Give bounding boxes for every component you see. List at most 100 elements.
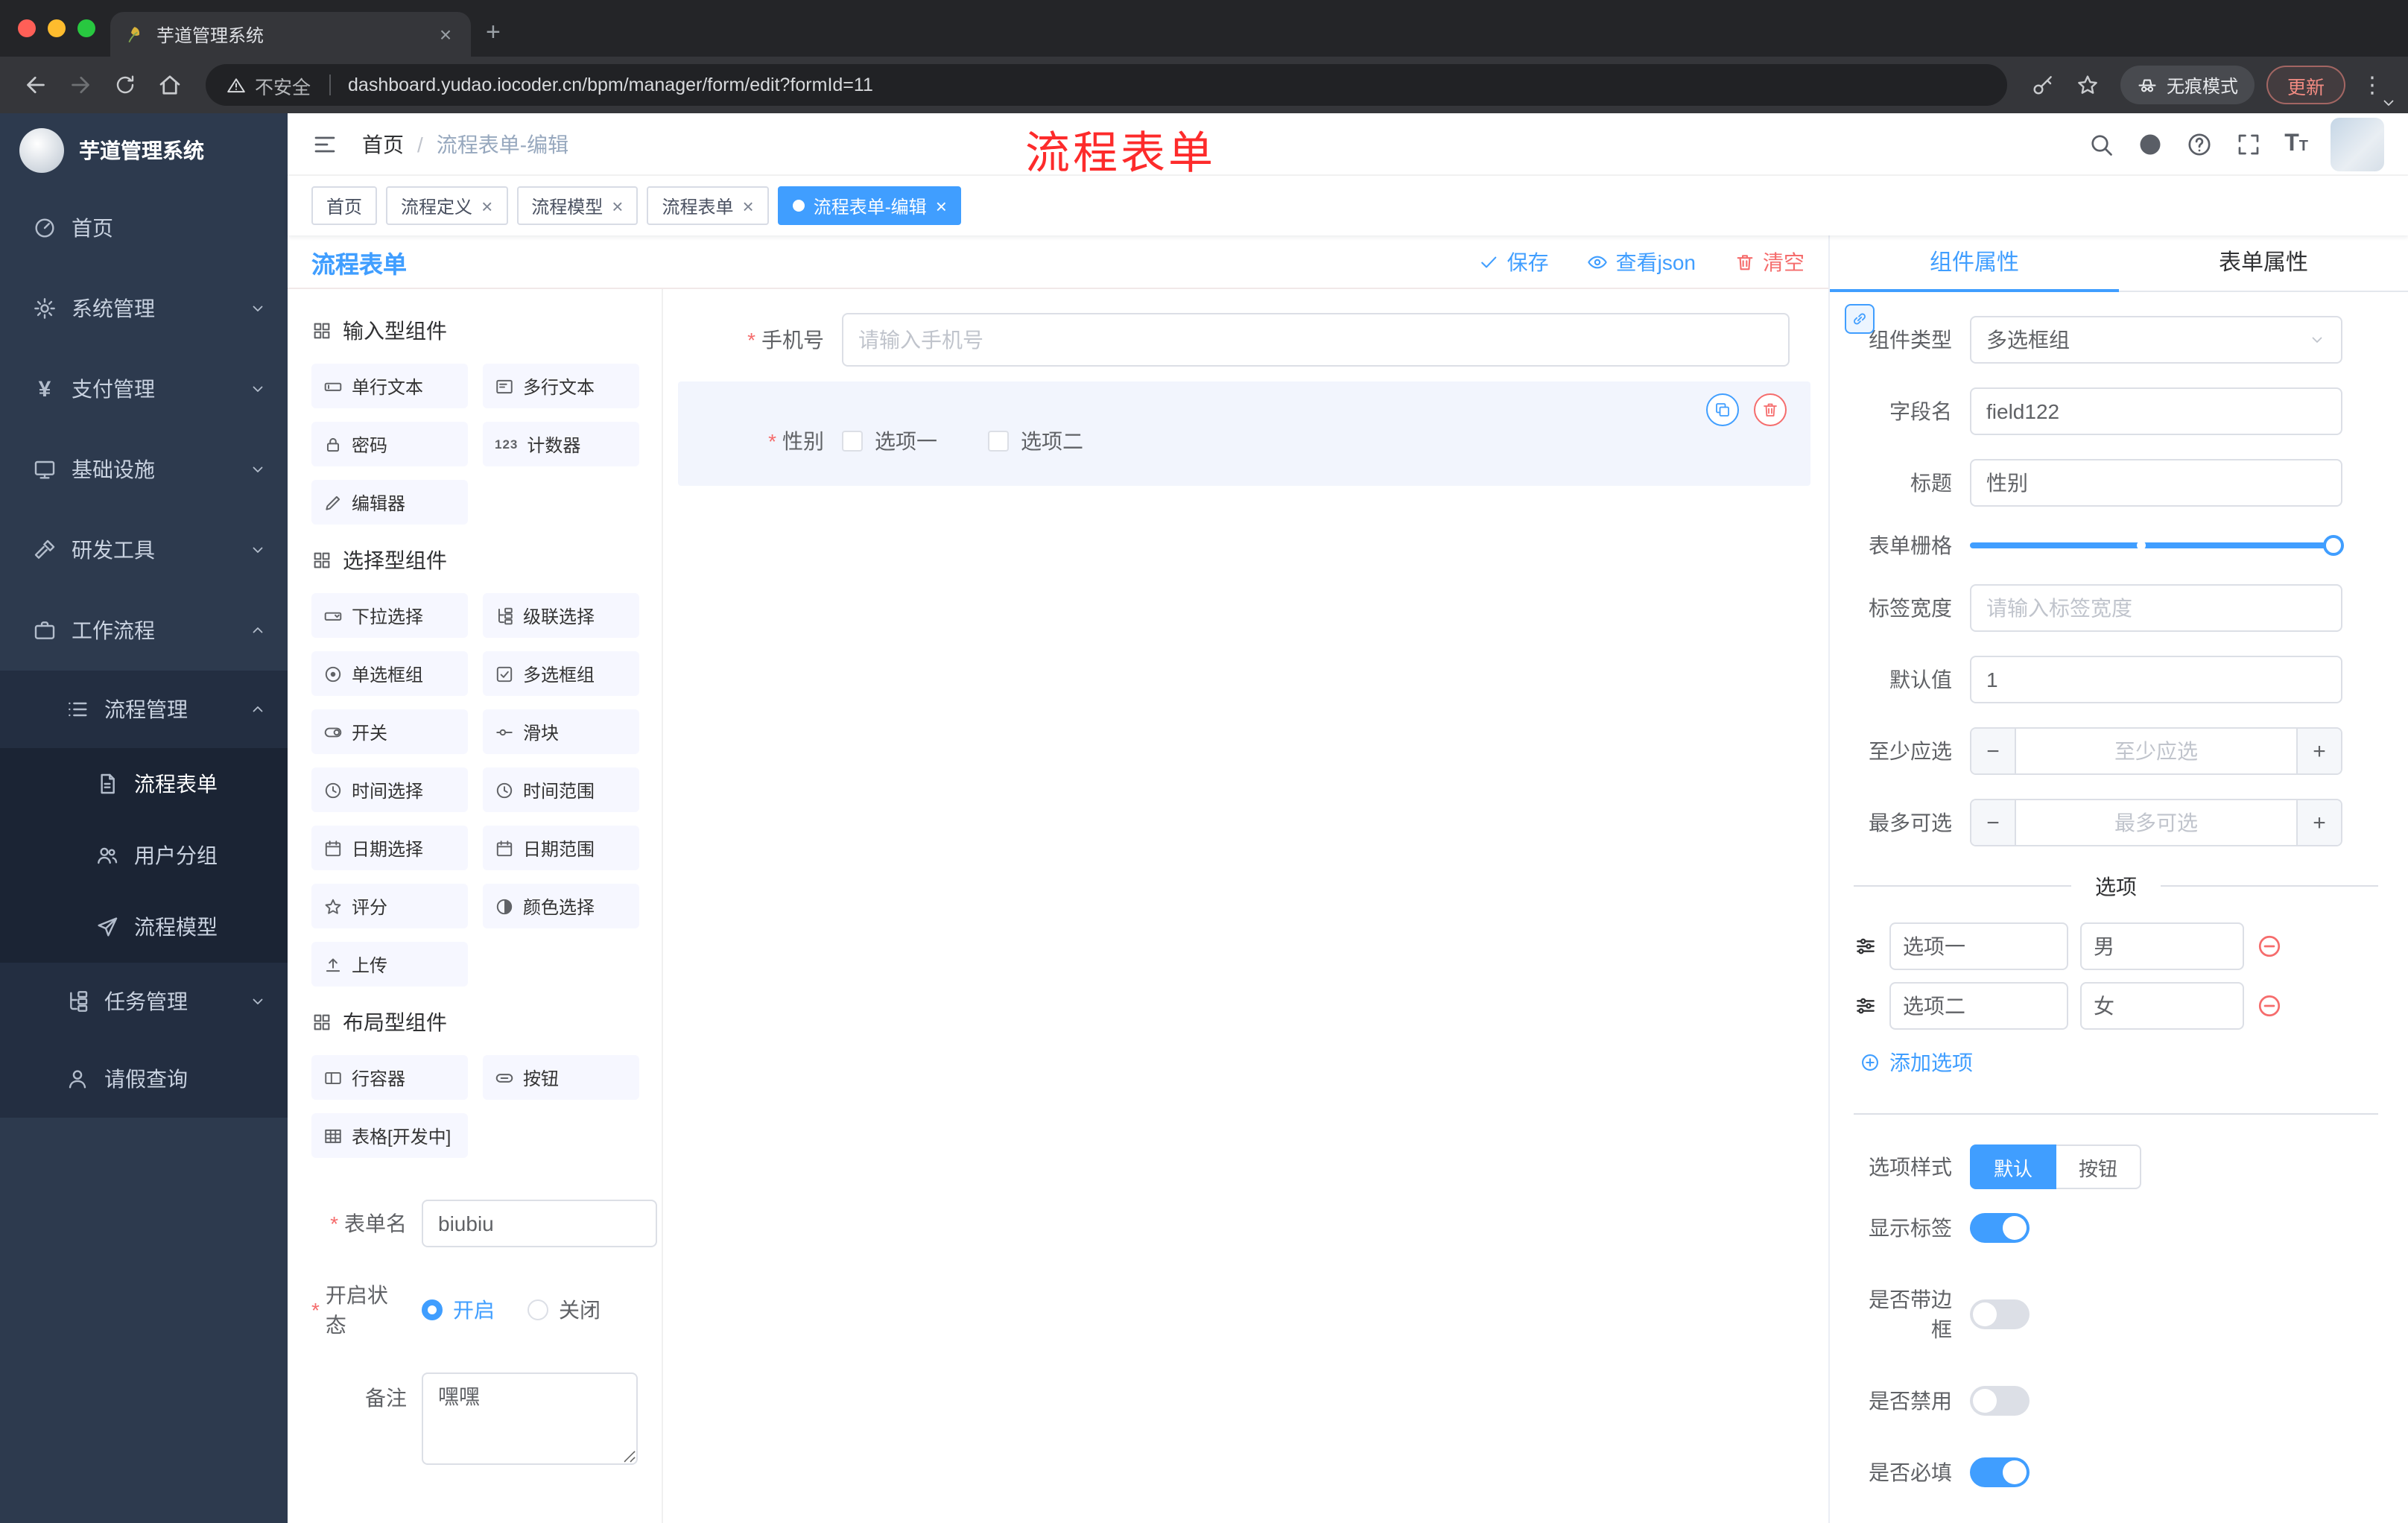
palette-item-color-picker[interactable]: 颜色选择 bbox=[483, 884, 639, 928]
new-tab-button[interactable]: + bbox=[486, 18, 501, 48]
palette-item-row-container[interactable]: 行容器 bbox=[311, 1055, 468, 1100]
option-label-input[interactable] bbox=[1889, 922, 2068, 970]
required-switch[interactable] bbox=[1970, 1457, 2030, 1487]
palette-item-counter[interactable]: 123 计数器 bbox=[483, 422, 639, 466]
sidebar-item-payment-management[interactable]: ¥ 支付管理 bbox=[0, 349, 288, 429]
form-name-input[interactable] bbox=[422, 1200, 657, 1247]
palette-item-single-text[interactable]: 单行文本 bbox=[311, 364, 468, 408]
palette-item-cascader[interactable]: 级联选择 bbox=[483, 593, 639, 638]
palette-item-button[interactable]: 按钮 bbox=[483, 1055, 639, 1100]
copy-field-button[interactable] bbox=[1706, 393, 1739, 426]
component-type-select[interactable]: 多选框组 bbox=[1970, 316, 2342, 364]
decrease-button[interactable]: − bbox=[1971, 800, 2016, 845]
show-label-switch[interactable] bbox=[1970, 1213, 2030, 1243]
tag-close-icon[interactable]: × bbox=[612, 196, 623, 215]
option-drag-icon[interactable] bbox=[1854, 934, 1878, 958]
browser-home-button[interactable] bbox=[149, 64, 191, 106]
palette-item-table[interactable]: 表格[开发中] bbox=[311, 1113, 468, 1158]
forward-button[interactable] bbox=[60, 64, 101, 106]
sidebar-item-process-form[interactable]: 流程表单 bbox=[0, 748, 288, 820]
add-option-button[interactable]: 添加选项 bbox=[1860, 1048, 1973, 1077]
update-button[interactable]: 更新 bbox=[2266, 66, 2345, 104]
window-close-button[interactable] bbox=[18, 19, 36, 37]
tag-process-form-edit[interactable]: 流程表单-编辑 × bbox=[777, 186, 962, 225]
form-canvas[interactable]: *手机号 *性别 选项 bbox=[663, 289, 1828, 1523]
tag-close-icon[interactable]: × bbox=[936, 196, 947, 215]
sidebar-item-leave-query[interactable]: 请假查询 bbox=[0, 1040, 288, 1118]
palette-item-radio-group[interactable]: 单选框组 bbox=[311, 651, 468, 696]
view-json-button[interactable]: 查看json bbox=[1588, 247, 1696, 276]
browser-tab[interactable]: 芋道管理系统 × bbox=[110, 12, 471, 57]
status-off-radio[interactable]: 关闭 bbox=[527, 1295, 601, 1325]
sidebar-item-process-management[interactable]: 流程管理 bbox=[0, 671, 288, 748]
sidebar-item-dev-tools[interactable]: 研发工具 bbox=[0, 510, 288, 590]
font-size-icon[interactable]: TT bbox=[2284, 131, 2308, 156]
save-button[interactable]: 保存 bbox=[1479, 247, 1549, 276]
option-style-button-button[interactable]: 按钮 bbox=[2056, 1144, 2142, 1189]
status-on-radio[interactable]: 开启 bbox=[422, 1295, 495, 1325]
password-key-icon[interactable] bbox=[2022, 64, 2064, 106]
title-input[interactable] bbox=[1970, 459, 2342, 507]
sidebar-item-process-model[interactable]: 流程模型 bbox=[0, 891, 288, 963]
sidebar-item-user-group[interactable]: 用户分组 bbox=[0, 820, 288, 891]
border-switch[interactable] bbox=[1970, 1299, 2030, 1329]
canvas-field-gender-selected[interactable]: * 性别 选项一 选项二 bbox=[678, 381, 1810, 486]
palette-item-multi-text[interactable]: 多行文本 bbox=[483, 364, 639, 408]
fullscreen-icon[interactable] bbox=[2235, 130, 2262, 157]
option-label-input[interactable] bbox=[1889, 982, 2068, 1030]
reload-button[interactable] bbox=[104, 64, 146, 106]
palette-item-rate[interactable]: 评分 bbox=[311, 884, 468, 928]
tag-process-model[interactable]: 流程模型 × bbox=[516, 186, 639, 225]
sidebar-item-infrastructure[interactable]: 基础设施 bbox=[0, 429, 288, 510]
field-link-icon[interactable] bbox=[1845, 304, 1875, 334]
palette-item-slider[interactable]: 滑块 bbox=[483, 709, 639, 754]
github-icon[interactable] bbox=[2137, 130, 2164, 157]
canvas-field-phone[interactable]: * 手机号 bbox=[678, 310, 1810, 370]
option-style-default-button[interactable]: 默认 bbox=[1970, 1144, 2057, 1189]
tab-close-icon[interactable]: × bbox=[434, 22, 457, 46]
delete-field-button[interactable] bbox=[1754, 393, 1787, 426]
palette-item-checkbox-group[interactable]: 多选框组 bbox=[483, 651, 639, 696]
max-select-input[interactable] bbox=[2016, 800, 2296, 845]
address-bar[interactable]: 不安全 dashboard.yudao.iocoder.cn/bpm/manag… bbox=[206, 64, 2007, 106]
user-avatar[interactable] bbox=[2331, 117, 2384, 171]
palette-item-select[interactable]: 下拉选择 bbox=[311, 593, 468, 638]
back-button[interactable] bbox=[15, 64, 57, 106]
min-select-input[interactable] bbox=[2016, 729, 2296, 773]
palette-item-time-picker[interactable]: 时间选择 bbox=[311, 767, 468, 812]
palette-item-date-range[interactable]: 日期范围 bbox=[483, 826, 639, 870]
tab-component-props[interactable]: 组件属性 bbox=[1830, 235, 2119, 292]
form-grid-slider[interactable] bbox=[1970, 535, 2344, 556]
palette-item-switch[interactable]: 开关 bbox=[311, 709, 468, 754]
palette-item-password[interactable]: 密码 bbox=[311, 422, 468, 466]
toolbar-caret-icon[interactable] bbox=[2380, 92, 2398, 119]
label-width-input[interactable] bbox=[1970, 584, 2342, 632]
tag-process-form[interactable]: 流程表单 × bbox=[647, 186, 769, 225]
tag-process-definition[interactable]: 流程定义 × bbox=[386, 186, 508, 225]
tag-close-icon[interactable]: × bbox=[743, 196, 754, 215]
window-minimize-button[interactable] bbox=[48, 19, 66, 37]
sidebar-item-task-management[interactable]: 任务管理 bbox=[0, 963, 288, 1040]
tag-close-icon[interactable]: × bbox=[481, 196, 492, 215]
phone-input[interactable] bbox=[842, 313, 1790, 367]
palette-item-time-range[interactable]: 时间范围 bbox=[483, 767, 639, 812]
remark-textarea[interactable]: 嘿嘿 bbox=[422, 1372, 638, 1465]
decrease-button[interactable]: − bbox=[1971, 729, 2016, 773]
remove-option-icon[interactable] bbox=[2256, 933, 2283, 960]
option-value-input[interactable] bbox=[2080, 922, 2244, 970]
option-value-input[interactable] bbox=[2080, 982, 2244, 1030]
sidebar-item-home[interactable]: 首页 bbox=[0, 188, 288, 268]
tag-home[interactable]: 首页 bbox=[311, 186, 378, 225]
palette-item-editor[interactable]: 编辑器 bbox=[311, 480, 468, 525]
clear-button[interactable]: 清空 bbox=[1734, 247, 1805, 276]
app-logo[interactable]: 芋道管理系统 bbox=[0, 113, 288, 188]
gender-option2-checkbox[interactable]: 选项二 bbox=[988, 426, 1083, 456]
collapse-sidebar-icon[interactable] bbox=[311, 130, 338, 157]
increase-button[interactable]: + bbox=[2296, 800, 2341, 845]
remove-option-icon[interactable] bbox=[2256, 992, 2283, 1019]
default-value-input[interactable] bbox=[1970, 656, 2342, 703]
option-drag-icon[interactable] bbox=[1854, 994, 1878, 1018]
disabled-switch[interactable] bbox=[1970, 1386, 2030, 1416]
search-icon[interactable] bbox=[2088, 130, 2114, 157]
window-zoom-button[interactable] bbox=[77, 19, 95, 37]
